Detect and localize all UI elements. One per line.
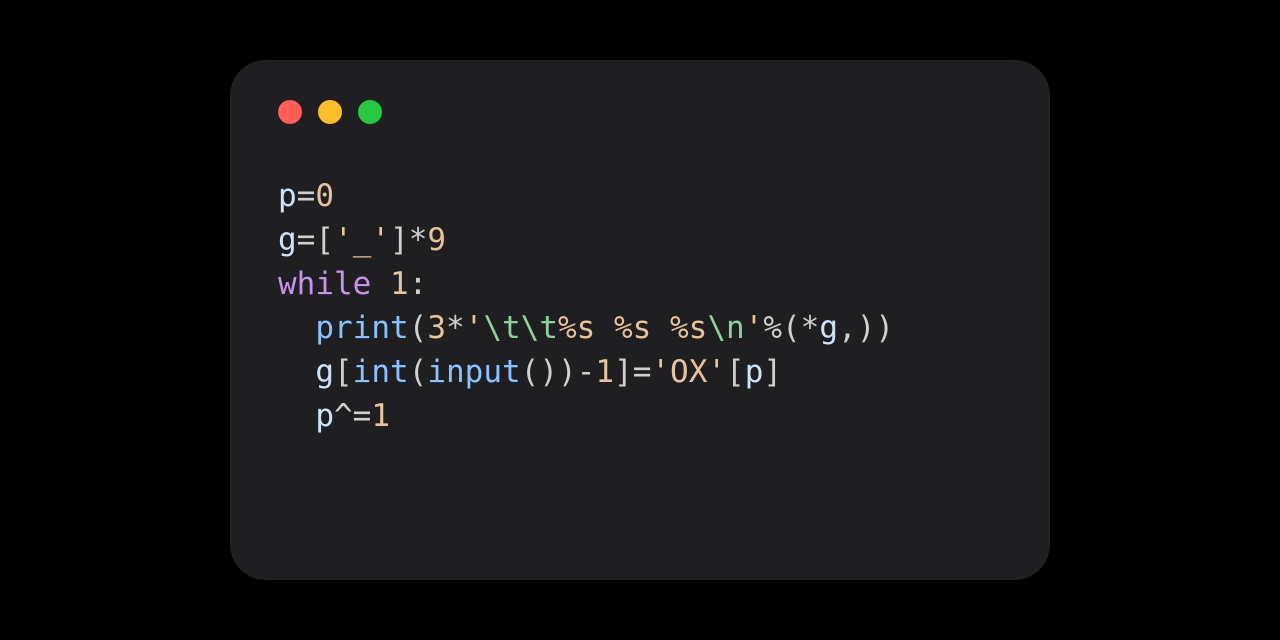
code-token: print [315,310,408,346]
code-token: ] [763,354,782,390]
code-token: ) [558,354,577,390]
code-token: OX [670,354,707,390]
code-token: while [278,266,371,302]
code-token: %s [670,310,707,346]
code-token: input [427,354,520,390]
code-token: ( [409,310,428,346]
code-token: ' [371,222,390,258]
code-token: = [297,222,316,258]
code-token: %s [614,310,651,346]
code-token: ) [539,354,558,390]
code-window: p=0 g=['_']*9 while 1: print(3*'\t\t%s %… [230,60,1050,580]
code-token [651,310,670,346]
code-token: 1 [371,398,390,434]
code-token: 1 [390,266,409,302]
code-token [371,266,390,302]
code-token: g [315,354,334,390]
code-token: ' [745,310,764,346]
code-token: 1 [595,354,614,390]
code-token: 9 [427,222,446,258]
code-token: ( [521,354,540,390]
code-token: : [409,266,428,302]
code-token [278,310,315,346]
code-token: - [577,354,596,390]
code-token: * [409,222,428,258]
code-token: ) [857,310,876,346]
code-token: 0 [315,178,334,214]
code-token: ( [409,354,428,390]
code-token: g [278,222,297,258]
code-block: p=0 g=['_']*9 while 1: print(3*'\t\t%s %… [278,174,1002,438]
code-token: 3 [427,310,446,346]
code-token: [ [334,354,353,390]
code-token: \n [707,310,744,346]
code-token: [ [726,354,745,390]
code-token: ] [390,222,409,258]
code-token: %s [558,310,595,346]
code-token: \t [521,310,558,346]
code-token: ' [651,354,670,390]
traffic-lights [278,100,1002,124]
code-token: ' [465,310,484,346]
code-token: % [763,310,782,346]
code-token: , [838,310,857,346]
code-token: g [819,310,838,346]
code-token: * [801,310,820,346]
code-token [278,398,315,434]
code-token: p [278,178,297,214]
code-token: _ [353,222,372,258]
code-token: [ [315,222,334,258]
code-token: ^= [334,398,371,434]
close-icon[interactable] [278,100,302,124]
code-token [278,354,315,390]
code-token: ( [782,310,801,346]
code-token: ) [875,310,894,346]
code-token: ' [707,354,726,390]
code-token: = [633,354,652,390]
code-token: ] [614,354,633,390]
code-token: = [297,178,316,214]
code-token: p [745,354,764,390]
code-token: * [446,310,465,346]
code-token: int [353,354,409,390]
code-token: p [315,398,334,434]
code-token: \t [483,310,520,346]
minimize-icon[interactable] [318,100,342,124]
code-token [595,310,614,346]
code-token: ' [334,222,353,258]
maximize-icon[interactable] [358,100,382,124]
